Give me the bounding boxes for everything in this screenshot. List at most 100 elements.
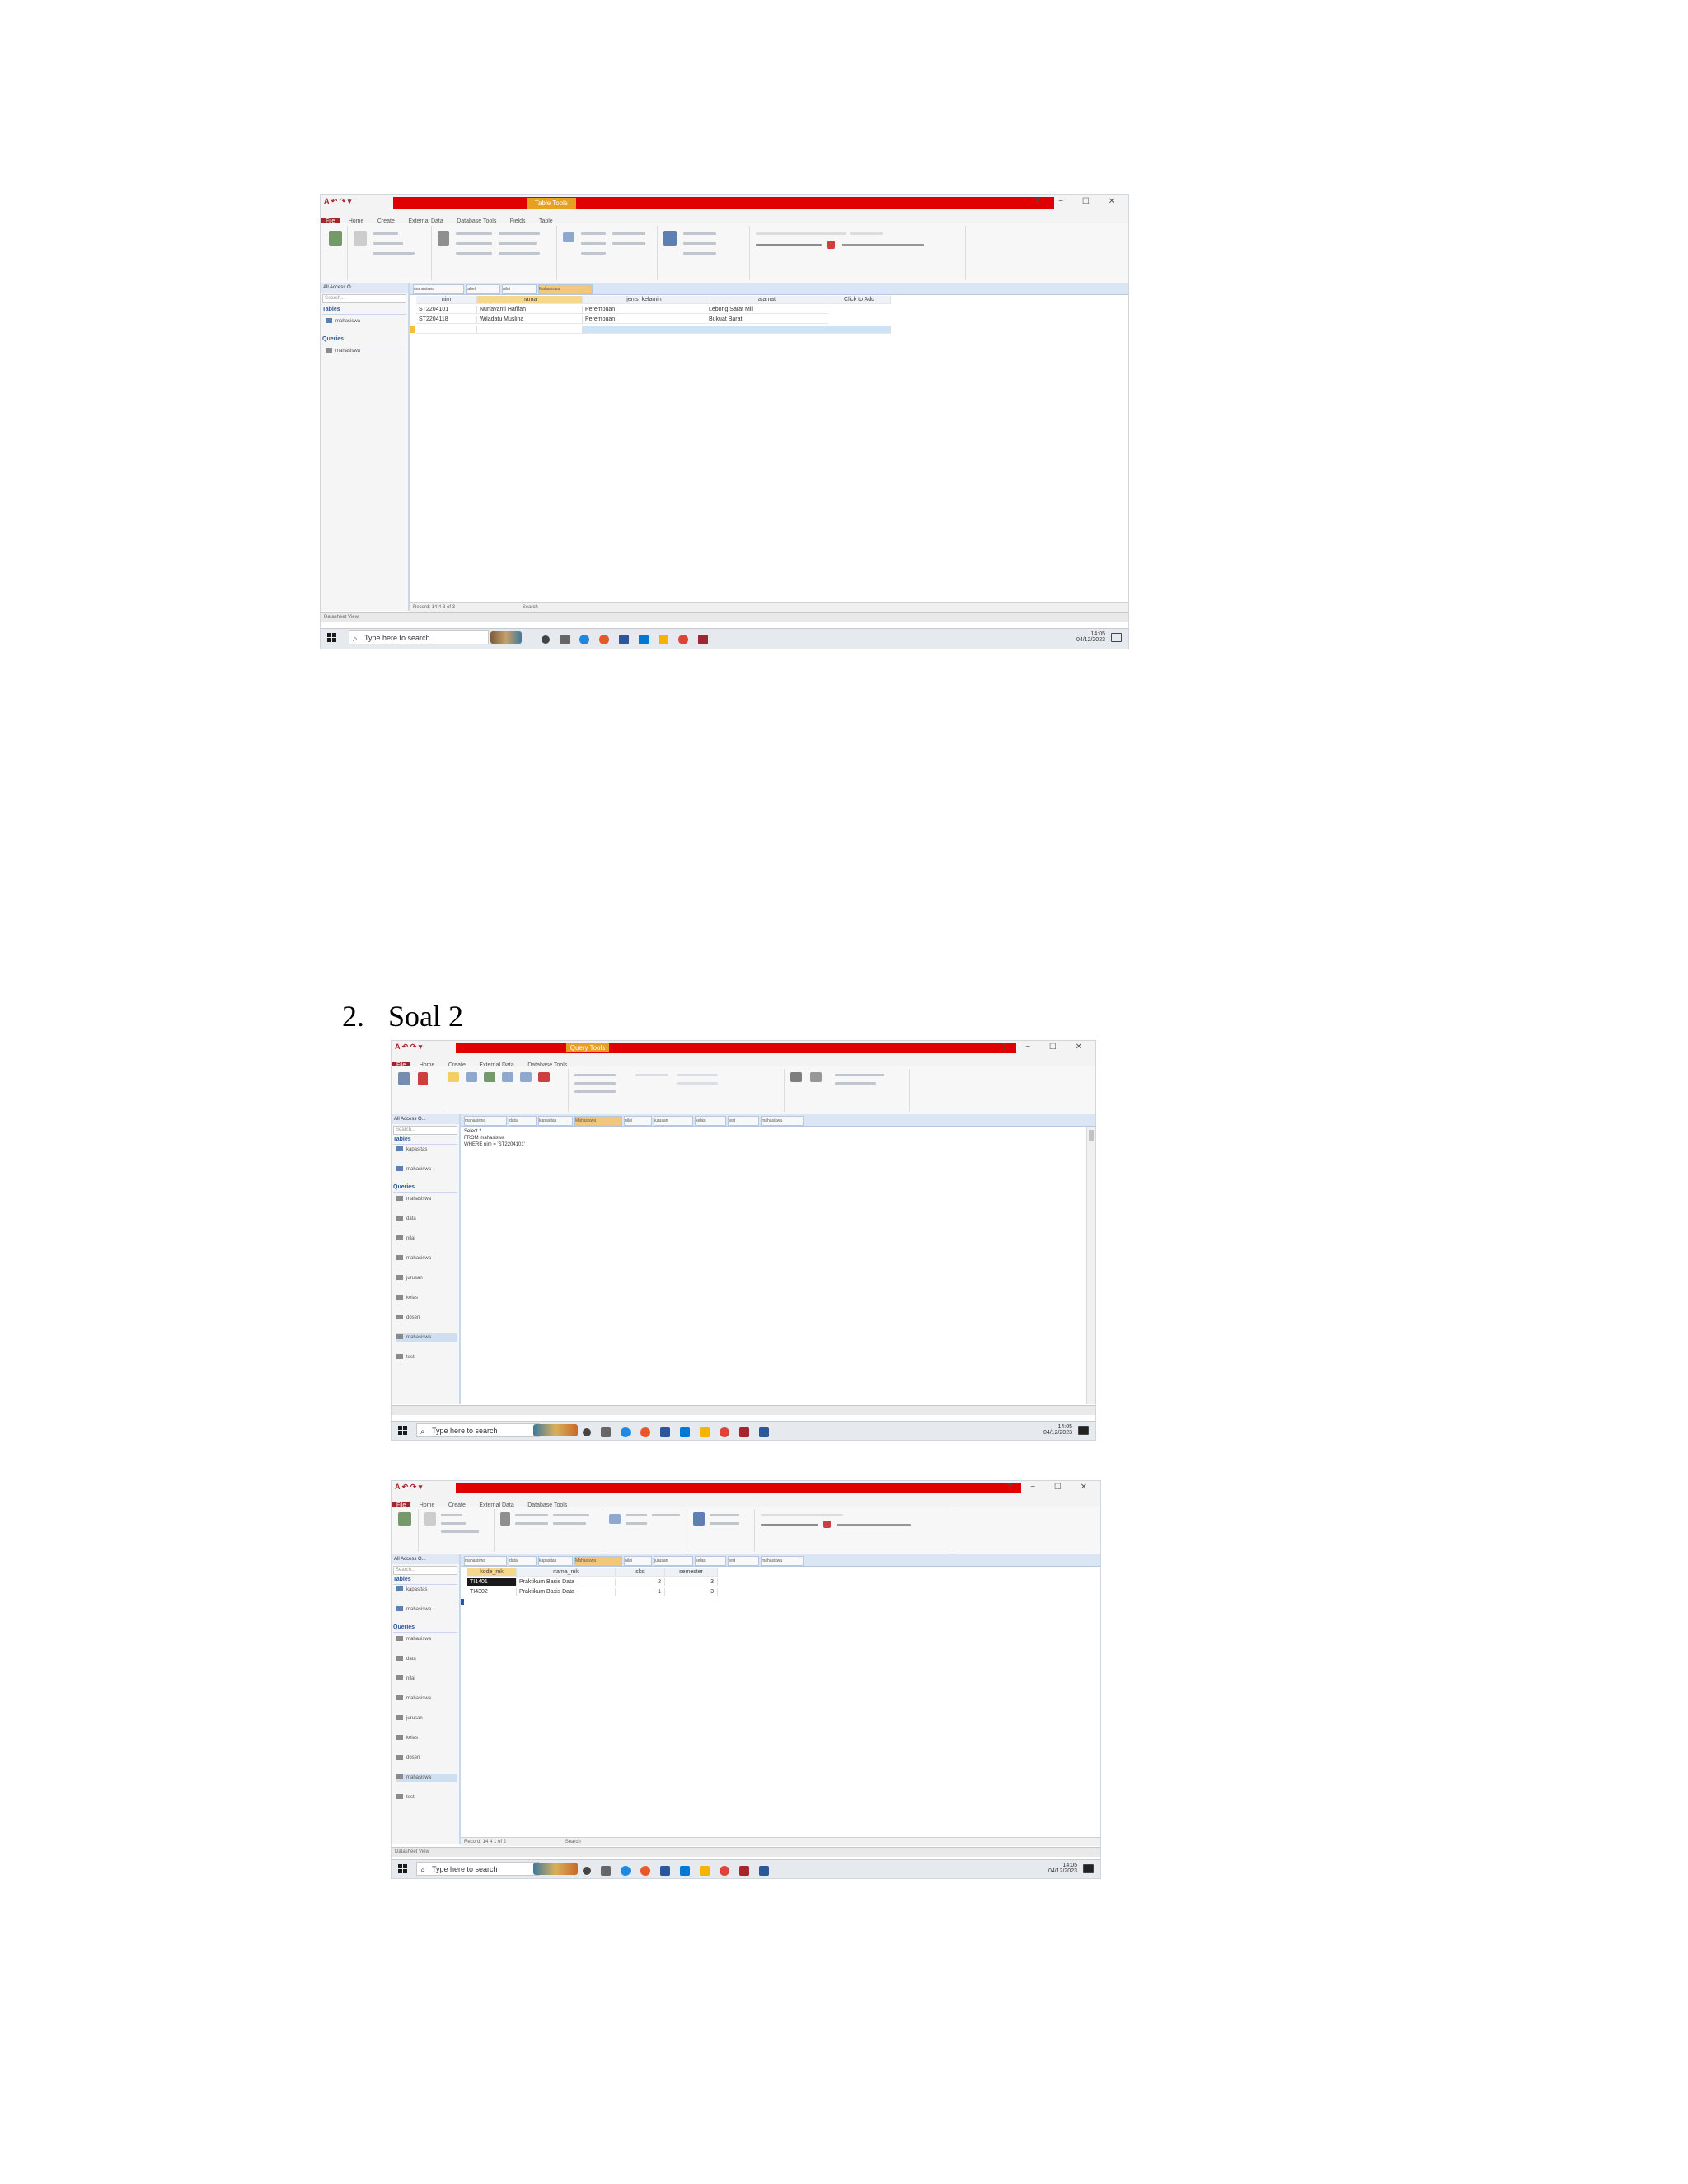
- nav-query-item[interactable]: mahasiswa: [396, 1694, 457, 1703]
- doc-tab-active[interactable]: Mahasiswa: [574, 1116, 622, 1126]
- taskbar-apps[interactable]: [542, 632, 718, 647]
- taskbar-search-input[interactable]: ⌕ Type here to search: [416, 1423, 540, 1437]
- nav-query-item[interactable]: kelas: [396, 1294, 457, 1302]
- ribbon-group-show-hide[interactable]: [785, 1069, 910, 1112]
- system-tray[interactable]: 14:05 04/12/2023: [1043, 1424, 1072, 1436]
- notification-icon[interactable]: [1083, 1864, 1094, 1873]
- doc-tab[interactable]: jurusan: [654, 1556, 693, 1566]
- scrollbar-thumb[interactable]: [1089, 1130, 1094, 1141]
- cell[interactable]: 1: [616, 1588, 665, 1596]
- new-record-selector[interactable]: [410, 326, 415, 333]
- record-search[interactable]: Search: [565, 1840, 581, 1844]
- folder-icon[interactable]: [659, 634, 668, 644]
- store-icon[interactable]: [680, 1865, 690, 1876]
- cell[interactable]: Praktikum Basis Data: [517, 1588, 616, 1596]
- doc-tab[interactable]: mahasiswa: [761, 1556, 804, 1566]
- nav-query-item[interactable]: nilai: [396, 1675, 457, 1683]
- column-header-alamat[interactable]: alamat: [706, 296, 828, 304]
- ribbon-group-clipboard[interactable]: [420, 1509, 495, 1552]
- nav-table-item[interactable]: mahasiswa: [396, 1605, 457, 1614]
- system-tray[interactable]: 14:05 04/12/2023: [1076, 631, 1105, 643]
- firefox-icon[interactable]: [640, 1427, 650, 1437]
- navigation-pane[interactable]: All Access O... Search... Tables kapasit…: [392, 1554, 461, 1844]
- quick-access-toolbar[interactable]: A ↶ ↷ ▾: [324, 197, 351, 206]
- nav-section-queries[interactable]: Queries: [393, 1624, 457, 1633]
- cell[interactable]: Praktikum Basis Data: [517, 1578, 616, 1586]
- window-controls[interactable]: ? − ☐ ✕: [1002, 1043, 1090, 1052]
- new-record-cell[interactable]: [583, 326, 891, 334]
- column-header-nama[interactable]: nama: [477, 296, 583, 304]
- nav-table-item[interactable]: kapasitas: [396, 1146, 457, 1154]
- taskbar-apps[interactable]: [583, 1425, 779, 1440]
- doc-tab[interactable]: kapasitas: [538, 1116, 573, 1126]
- vertical-scrollbar[interactable]: [1086, 1127, 1095, 1404]
- nav-query-item[interactable]: mahasiswa: [326, 347, 406, 355]
- datasheet-grid[interactable]: nim nama jenis_kelamin alamat Click to A…: [410, 296, 1128, 601]
- taskbar-search-input[interactable]: ⌕ Type here to search: [416, 1862, 540, 1876]
- nav-section-queries[interactable]: Queries: [393, 1183, 457, 1193]
- ribbon-group-results[interactable]: [393, 1069, 443, 1112]
- cell[interactable]: Nurfayanti Hafifah: [477, 306, 583, 314]
- column-header-jenis-kelamin[interactable]: jenis_kelamin: [583, 296, 706, 304]
- doc-tab-active[interactable]: Mahasiswa: [538, 284, 593, 294]
- word-icon[interactable]: [759, 1865, 769, 1876]
- doc-tab-active[interactable]: Mahasiswa: [574, 1556, 622, 1566]
- column-header-nim[interactable]: nim: [416, 296, 477, 304]
- nav-query-item[interactable]: mahasiswa: [396, 1254, 457, 1263]
- windows-start-icon[interactable]: [327, 633, 336, 642]
- ribbon-group-find[interactable]: [688, 1509, 755, 1552]
- nav-query-item[interactable]: kelas: [396, 1734, 457, 1742]
- folder-icon[interactable]: [700, 1427, 710, 1437]
- windows-start-icon[interactable]: [398, 1426, 407, 1435]
- cortana-icon[interactable]: [583, 1866, 591, 1875]
- doc-tab[interactable]: test: [728, 1116, 759, 1126]
- nav-pane-header[interactable]: All Access O...: [321, 283, 408, 293]
- nav-search-input[interactable]: Search...: [322, 294, 406, 303]
- record-navigator[interactable]: Record: 14 4 3 of 3 Search: [410, 602, 1128, 612]
- datasheet-grid[interactable]: kode_mk nama_mk sks semester TI1401 Prak…: [461, 1568, 1087, 1837]
- window-controls[interactable]: ? − ☐ ✕: [1007, 1483, 1095, 1492]
- column-header-semester[interactable]: semester: [665, 1568, 718, 1577]
- cell[interactable]: 2: [616, 1578, 665, 1586]
- nav-query-item[interactable]: test: [396, 1353, 457, 1361]
- cortana-icon[interactable]: [542, 635, 550, 644]
- nav-query-item[interactable]: nilai: [396, 1235, 457, 1243]
- edge-icon[interactable]: [621, 1427, 631, 1437]
- ribbon-group-query-type[interactable]: [444, 1069, 569, 1112]
- access-icon[interactable]: [698, 634, 708, 644]
- record-navigator[interactable]: Record: 14 4 1 of 2 Search: [461, 1837, 1100, 1846]
- firefox-icon[interactable]: [640, 1865, 650, 1876]
- nav-table-item[interactable]: mahasiswa: [326, 317, 406, 326]
- nav-query-item[interactable]: data: [396, 1655, 457, 1663]
- nav-pane-header[interactable]: All Access O...: [392, 1114, 459, 1124]
- nav-query-item-selected[interactable]: mahasiswa: [396, 1774, 457, 1782]
- ribbon-group-query-setup[interactable]: [570, 1069, 785, 1112]
- cell[interactable]: Lebong Sarat Mil: [706, 306, 828, 314]
- nav-query-item[interactable]: mahasiswa: [396, 1195, 457, 1203]
- doc-tab[interactable]: tabel: [466, 284, 500, 294]
- record-search[interactable]: Search: [523, 605, 538, 610]
- ribbon-group-views[interactable]: [322, 226, 348, 280]
- notification-icon[interactable]: [1078, 1426, 1089, 1435]
- doc-tab[interactable]: data: [509, 1116, 537, 1126]
- column-header-nama-mk[interactable]: nama_mk: [517, 1568, 616, 1577]
- nav-table-item[interactable]: kapasitas: [396, 1586, 457, 1594]
- mail-icon[interactable]: [660, 1427, 670, 1437]
- column-header-click-to-add[interactable]: Click to Add: [828, 296, 891, 304]
- taskbar-apps[interactable]: [583, 1863, 779, 1878]
- ribbon-group-text-formatting[interactable]: [756, 1509, 954, 1552]
- nav-section-tables[interactable]: Tables: [322, 306, 406, 315]
- ribbon-group-records[interactable]: [558, 226, 658, 280]
- nav-search-input[interactable]: Search...: [393, 1126, 457, 1135]
- cell[interactable]: 3: [665, 1578, 718, 1586]
- word-icon[interactable]: [759, 1427, 769, 1437]
- cell[interactable]: 3: [665, 1588, 718, 1596]
- doc-tab[interactable]: nilai: [502, 284, 537, 294]
- ribbon-group-clipboard[interactable]: [349, 226, 432, 280]
- nav-table-item[interactable]: mahasiswa: [396, 1165, 457, 1174]
- nav-query-item[interactable]: jurusan: [396, 1274, 457, 1282]
- nav-query-item[interactable]: data: [396, 1215, 457, 1223]
- nav-pane-header[interactable]: All Access O...: [392, 1554, 459, 1564]
- new-record-cell[interactable]: [416, 326, 477, 334]
- folder-icon[interactable]: [700, 1865, 710, 1876]
